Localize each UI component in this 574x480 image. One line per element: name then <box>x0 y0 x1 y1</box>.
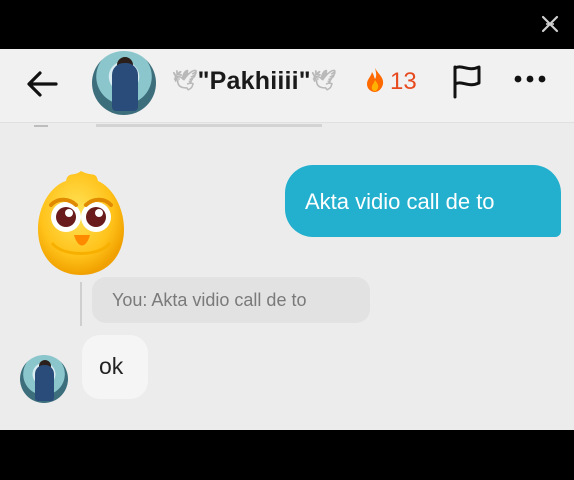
quoted-reply[interactable]: You: Akta vidio call de to <box>92 277 370 323</box>
video-bottom-bar <box>0 430 574 480</box>
outgoing-message-bubble[interactable]: Akta vidio call de to <box>285 165 561 237</box>
dove-icon-left: 🕊 <box>172 70 198 92</box>
contact-name-text: "Pakhiiii" <box>197 67 311 95</box>
active-tab-underline <box>96 124 322 127</box>
sender-avatar-person <box>35 365 54 401</box>
quoted-reply-text: You: Akta vidio call de to <box>112 290 307 310</box>
outgoing-message-text: Akta vidio call de to <box>305 189 495 214</box>
fire-icon <box>364 67 386 99</box>
close-icon[interactable] <box>540 14 560 34</box>
chat-header: 🕊"Pakhiiii"🕊 13 <box>0 49 574 123</box>
dove-icon-right: 🕊 <box>310 70 337 92</box>
sender-avatar[interactable] <box>20 355 68 403</box>
streak-count: 13 <box>390 68 417 95</box>
reply-indicator-bar <box>80 282 82 326</box>
avatar-photo-person <box>112 63 138 111</box>
arrow-left-icon[interactable] <box>22 66 62 102</box>
contact-avatar[interactable] <box>92 51 156 115</box>
chat-screen: 🕊"Pakhiiii"🕊 13 Akta vidio call de to Yo… <box>0 49 574 430</box>
video-top-bar <box>0 0 574 49</box>
incoming-message-text: ok <box>99 353 124 379</box>
owl-sticker[interactable] <box>34 167 128 279</box>
header-tick <box>34 125 48 127</box>
contact-name[interactable]: 🕊"Pakhiiii"🕊 <box>172 67 336 96</box>
incoming-message-bubble[interactable]: ok <box>82 335 148 399</box>
flag-icon[interactable] <box>450 63 484 99</box>
more-dots-icon[interactable] <box>512 67 548 91</box>
header-divider <box>0 122 574 123</box>
